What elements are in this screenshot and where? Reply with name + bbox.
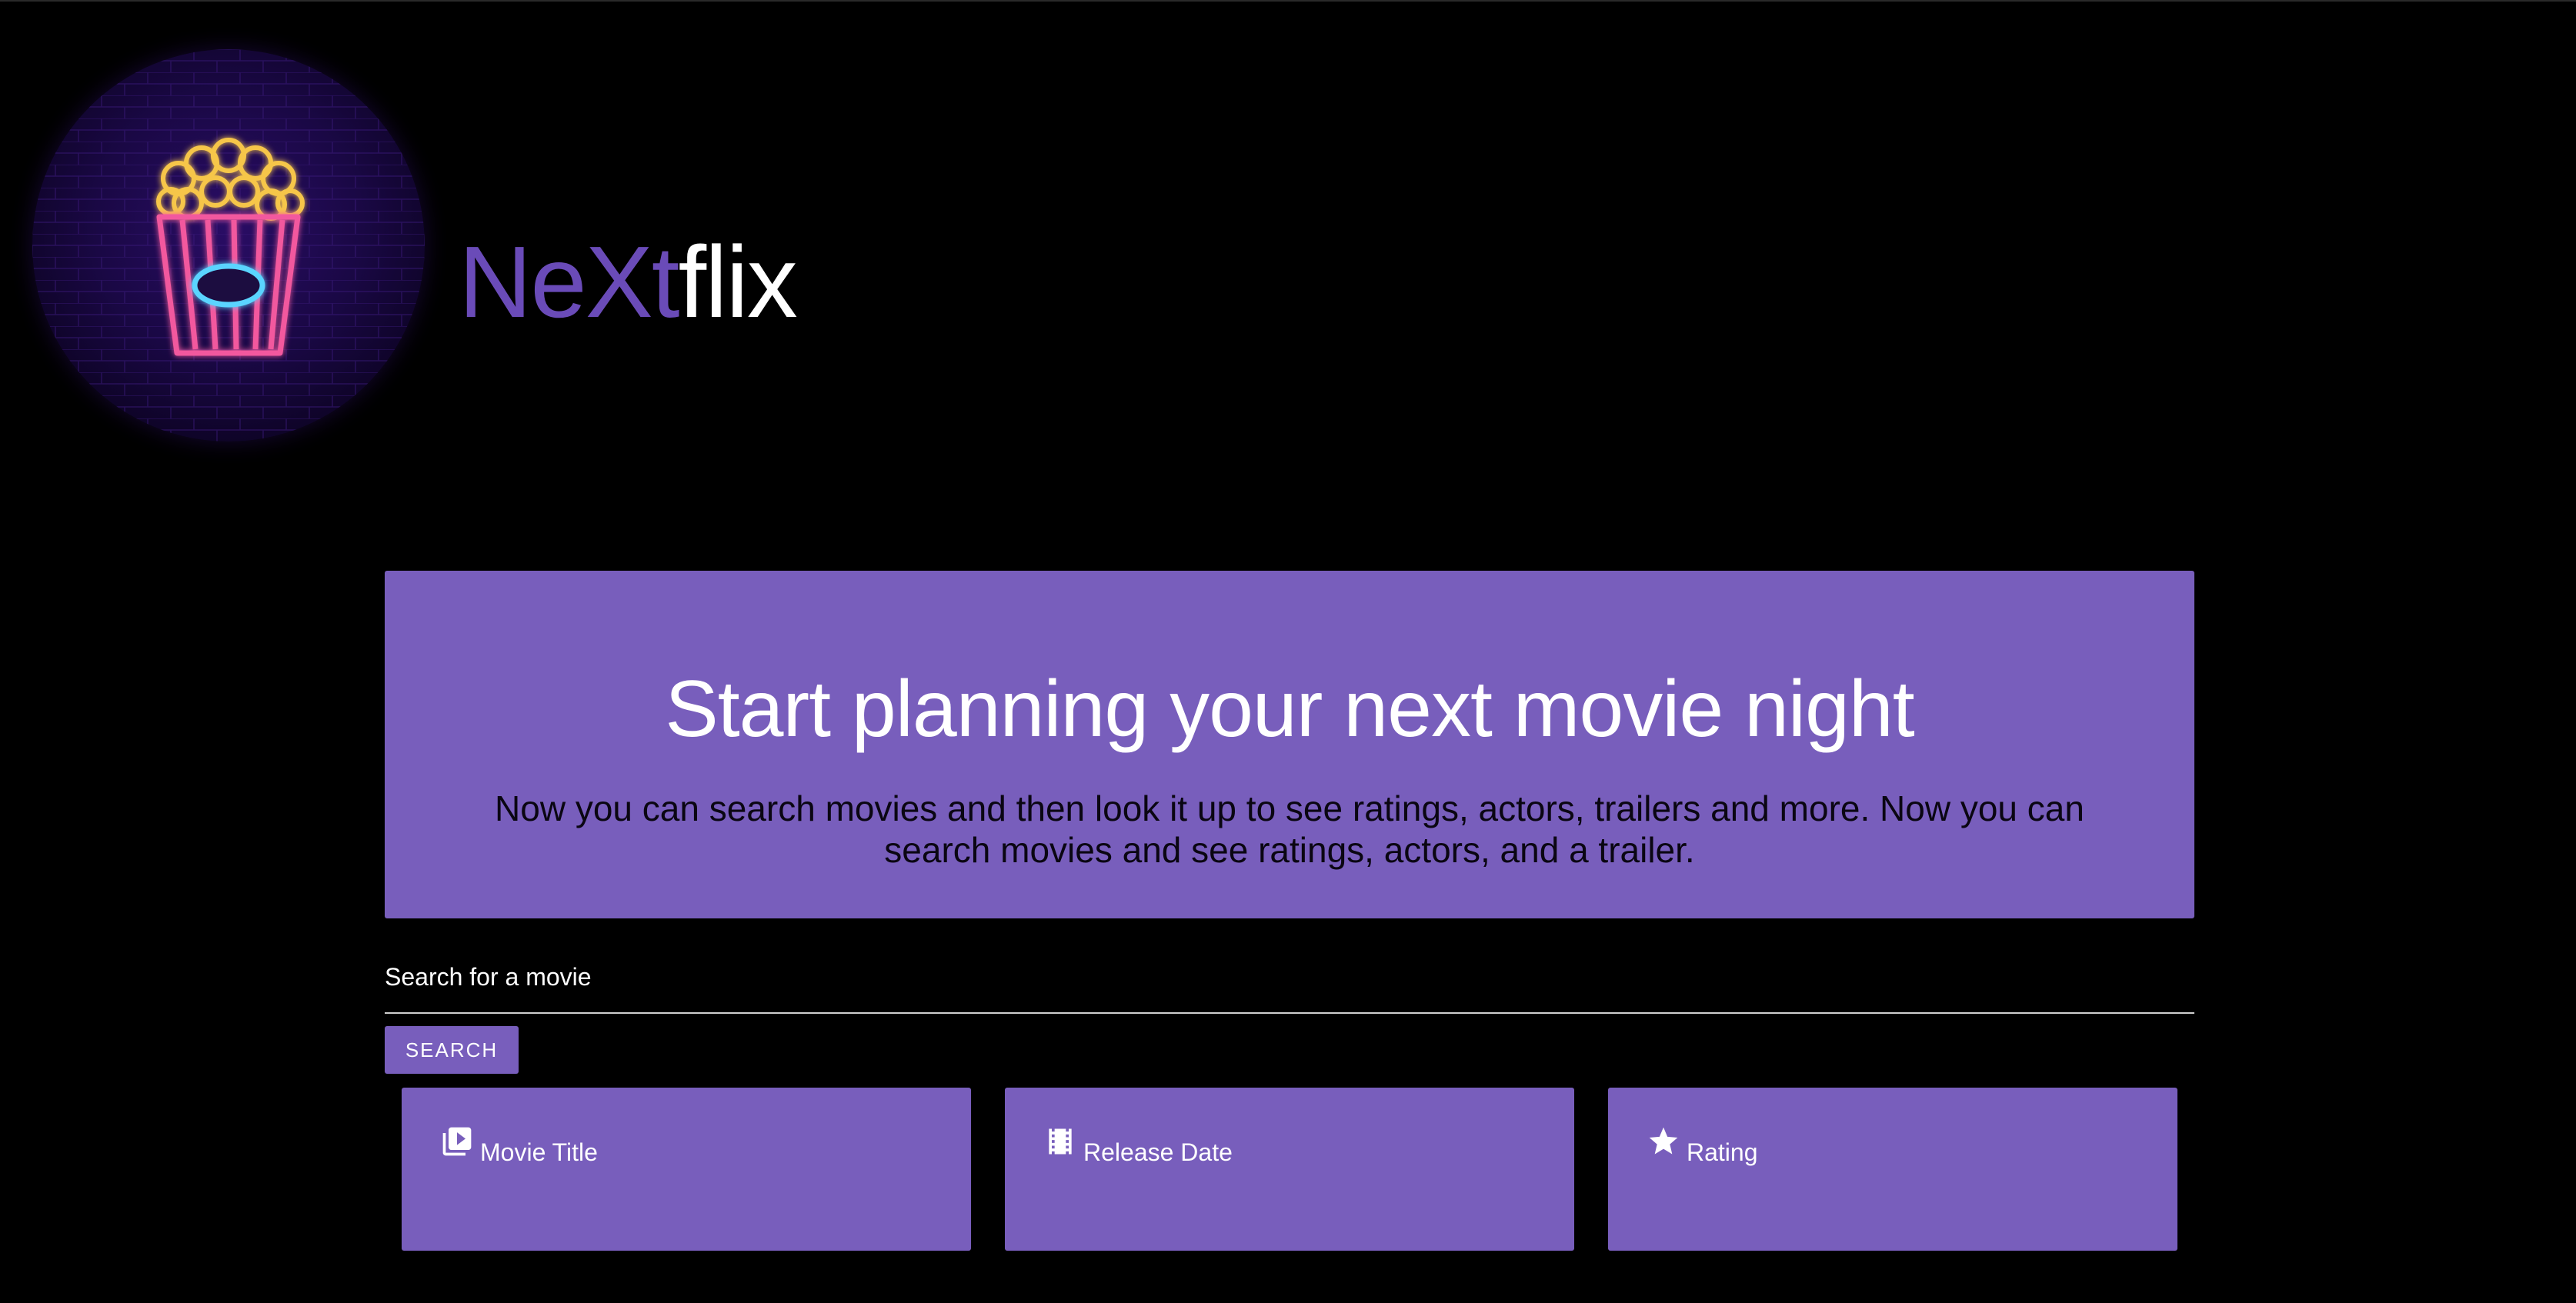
video-library-icon: [440, 1125, 474, 1158]
brand-title[interactable]: NeXtflix: [459, 217, 798, 348]
card-header: Movie Title: [440, 1125, 598, 1168]
card-header: Rating: [1647, 1125, 1758, 1168]
film-strip-icon: [1043, 1125, 1077, 1158]
hero-banner: Start planning your next movie night Now…: [385, 571, 2194, 918]
hero-title: Start planning your next movie night: [665, 665, 1914, 754]
card-label: Rating: [1687, 1138, 1758, 1166]
popcorn-neon-icon[interactable]: [32, 49, 425, 442]
rating-card: Rating: [1608, 1088, 2177, 1251]
header: NeXtflix: [0, 2, 2576, 463]
card-label: Movie Title: [480, 1138, 598, 1166]
release-date-card: Release Date: [1005, 1088, 1574, 1251]
search-label: Search for a movie: [385, 963, 592, 991]
page: NeXtflix Start planning your next movie …: [0, 0, 2576, 1303]
results-cards: Movie Title Release Date Rating: [402, 1088, 2177, 1251]
search-input[interactable]: [385, 994, 2194, 1014]
star-icon: [1647, 1125, 1680, 1158]
brand-title-part2: flix: [678, 225, 797, 338]
card-header: Release Date: [1043, 1125, 1233, 1168]
card-label: Release Date: [1083, 1138, 1233, 1166]
brand-title-part1: NeXt: [459, 225, 679, 338]
movie-title-card: Movie Title: [402, 1088, 971, 1251]
search-button[interactable]: SEARCH: [385, 1026, 519, 1074]
hero-description: Now you can search movies and then look …: [495, 788, 2084, 870]
